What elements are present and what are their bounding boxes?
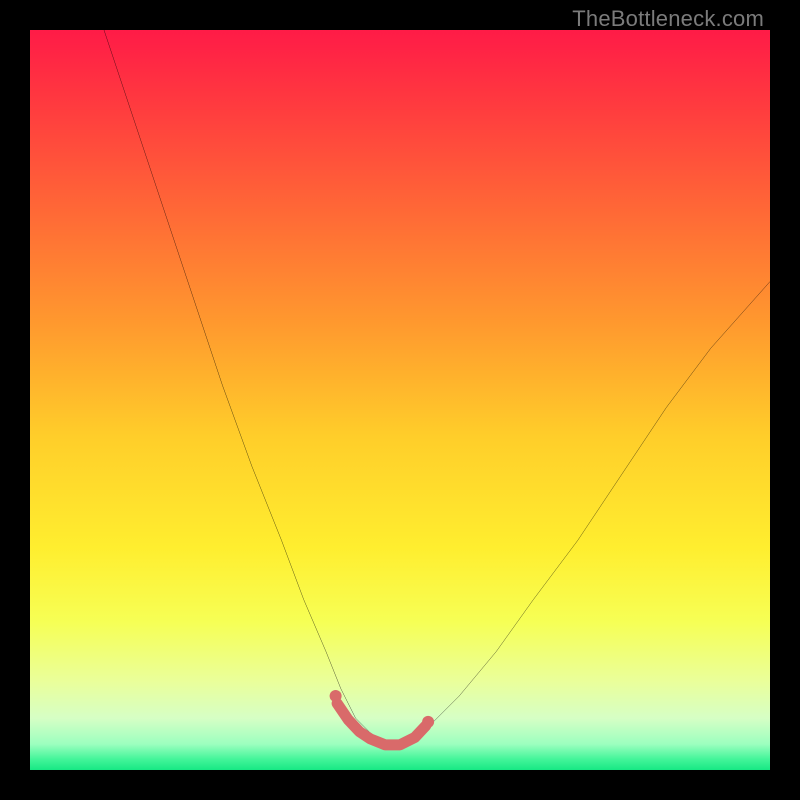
series-right-curve <box>400 282 770 744</box>
valley-endpoint-1 <box>422 716 434 728</box>
valley-highlight <box>330 690 435 745</box>
valley-highlight-stroke <box>337 703 426 744</box>
plot-area <box>30 30 770 770</box>
series-group <box>104 30 770 746</box>
valley-endpoint-0 <box>330 690 342 702</box>
chart-frame: TheBottleneck.com <box>0 0 800 800</box>
watermark-text: TheBottleneck.com <box>572 6 764 32</box>
series-left-curve <box>104 30 385 744</box>
curves-layer <box>30 30 770 770</box>
